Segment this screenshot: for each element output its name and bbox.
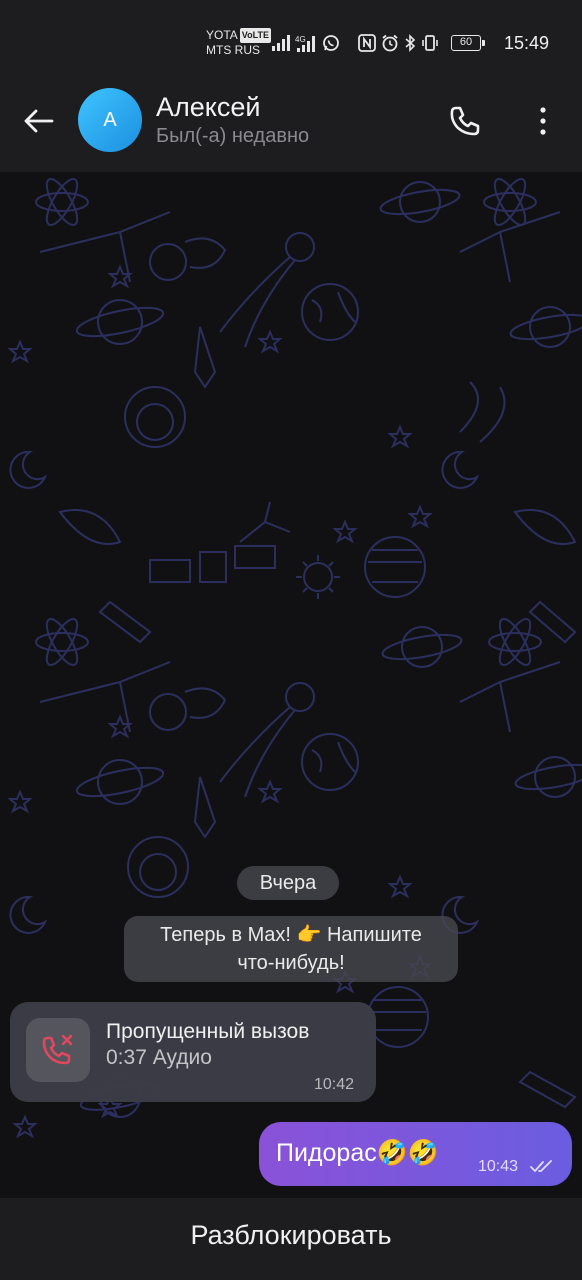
- planet-doodle: [75, 759, 165, 805]
- system-message: Теперь в Max! 👉 Напишите что-нибудь!: [124, 916, 458, 982]
- rocket-doodle: [518, 1070, 577, 1109]
- satellite-doodle: [149, 545, 276, 583]
- date-separator: Вчера: [237, 866, 339, 900]
- battery-icon: 60: [451, 35, 485, 51]
- volte-badge: VoLTE: [239, 28, 271, 43]
- vibrate-icon: [422, 35, 438, 51]
- planet-doodle: [509, 306, 582, 348]
- missed-call-message[interactable]: Пропущенный вызов 0:37 Аудио 10:42: [10, 1002, 376, 1102]
- status-bar: YOTA VoLTE MTS RUS 4G 60 15:49: [0, 0, 582, 80]
- more-vert-icon: [540, 107, 546, 135]
- astronaut-doodle: [124, 386, 186, 448]
- bottom-bar: Разблокировать: [0, 1198, 582, 1280]
- avatar[interactable]: A: [78, 88, 142, 152]
- moon-doodle: [441, 450, 480, 489]
- atom-doodle: [488, 618, 542, 666]
- carrier-info: YOTA VoLTE MTS RUS: [206, 28, 271, 58]
- back-arrow-icon: [24, 109, 54, 133]
- atom-doodle: [483, 178, 537, 226]
- rocket-doodle: [193, 600, 577, 839]
- moon-doodle: [9, 450, 48, 489]
- globe-doodle: [301, 733, 359, 791]
- atom-doodle: [35, 178, 89, 226]
- astronaut-doodle: [127, 836, 189, 898]
- missed-call-icon-box: [26, 1018, 90, 1082]
- battery-level: 60: [459, 36, 473, 48]
- comet-doodle: [513, 509, 577, 545]
- status-time: 15:49: [504, 33, 550, 53]
- carrier-name-primary: YOTA: [206, 28, 238, 42]
- status-icons: 4G 60: [272, 32, 485, 54]
- moon-doodle: [9, 895, 48, 934]
- message-time: 10:43: [478, 1158, 519, 1175]
- globe-doodle: [364, 536, 426, 598]
- more-options-button[interactable]: [528, 104, 558, 138]
- whatsapp-icon: [323, 35, 339, 51]
- planet-doodle: [514, 756, 582, 798]
- comet-doodle: [459, 381, 506, 443]
- avatar-letter: A: [103, 108, 117, 131]
- contact-name[interactable]: Алексей: [156, 92, 261, 123]
- bluetooth-icon: [405, 34, 416, 52]
- globe-doodle: [367, 986, 429, 1048]
- globe-doodle: [301, 283, 359, 341]
- system-message-line-1: Теперь в Max! 👉 Напишите: [160, 924, 422, 946]
- atom-doodle: [35, 618, 89, 666]
- unblock-button[interactable]: Разблокировать: [0, 1220, 582, 1251]
- system-message-line-2: что-нибудь!: [237, 952, 345, 974]
- missed-call-title: Пропущенный вызов: [106, 1020, 310, 1043]
- constellation-doodle: [39, 211, 561, 733]
- message-text: Пидорас🤣🤣: [276, 1139, 439, 1167]
- call-button[interactable]: [446, 102, 484, 140]
- planet-doodle: [379, 181, 461, 223]
- outgoing-message[interactable]: Пидорас🤣🤣 10:43: [259, 1122, 572, 1186]
- planet-doodle: [75, 299, 165, 345]
- missed-call-details: 0:37 Аудио: [106, 1046, 212, 1069]
- signal-icon: [272, 35, 290, 51]
- space-dog-doodle: [149, 237, 227, 281]
- contact-presence: Был(-а) недавно: [156, 125, 310, 147]
- comet-doodle: [219, 232, 315, 348]
- space-dog-doodle: [149, 687, 227, 731]
- rocket-doodle: [98, 326, 217, 644]
- sun-doodle: [296, 555, 340, 599]
- nfc-icon: [358, 34, 376, 52]
- double-check-icon: [530, 1160, 552, 1172]
- chat-area[interactable]: Вчера Теперь в Max! 👉 Напишите что-нибуд…: [0, 172, 582, 1198]
- message-time: 10:42: [314, 1076, 355, 1093]
- planet-doodle: [381, 626, 463, 668]
- missed-call-icon: [42, 1034, 73, 1065]
- svg-text:4G: 4G: [295, 35, 306, 44]
- comet-doodle: [219, 682, 315, 798]
- 4g-signal-icon: 4G: [295, 35, 315, 52]
- alarm-icon: [382, 34, 398, 52]
- chat-header: A Алексей Был(-а) недавно: [0, 80, 582, 172]
- comet-doodle: [58, 509, 122, 545]
- phone-call-icon: [450, 106, 480, 136]
- back-button[interactable]: [20, 104, 58, 138]
- carrier-name-secondary: MTS RUS: [206, 43, 260, 57]
